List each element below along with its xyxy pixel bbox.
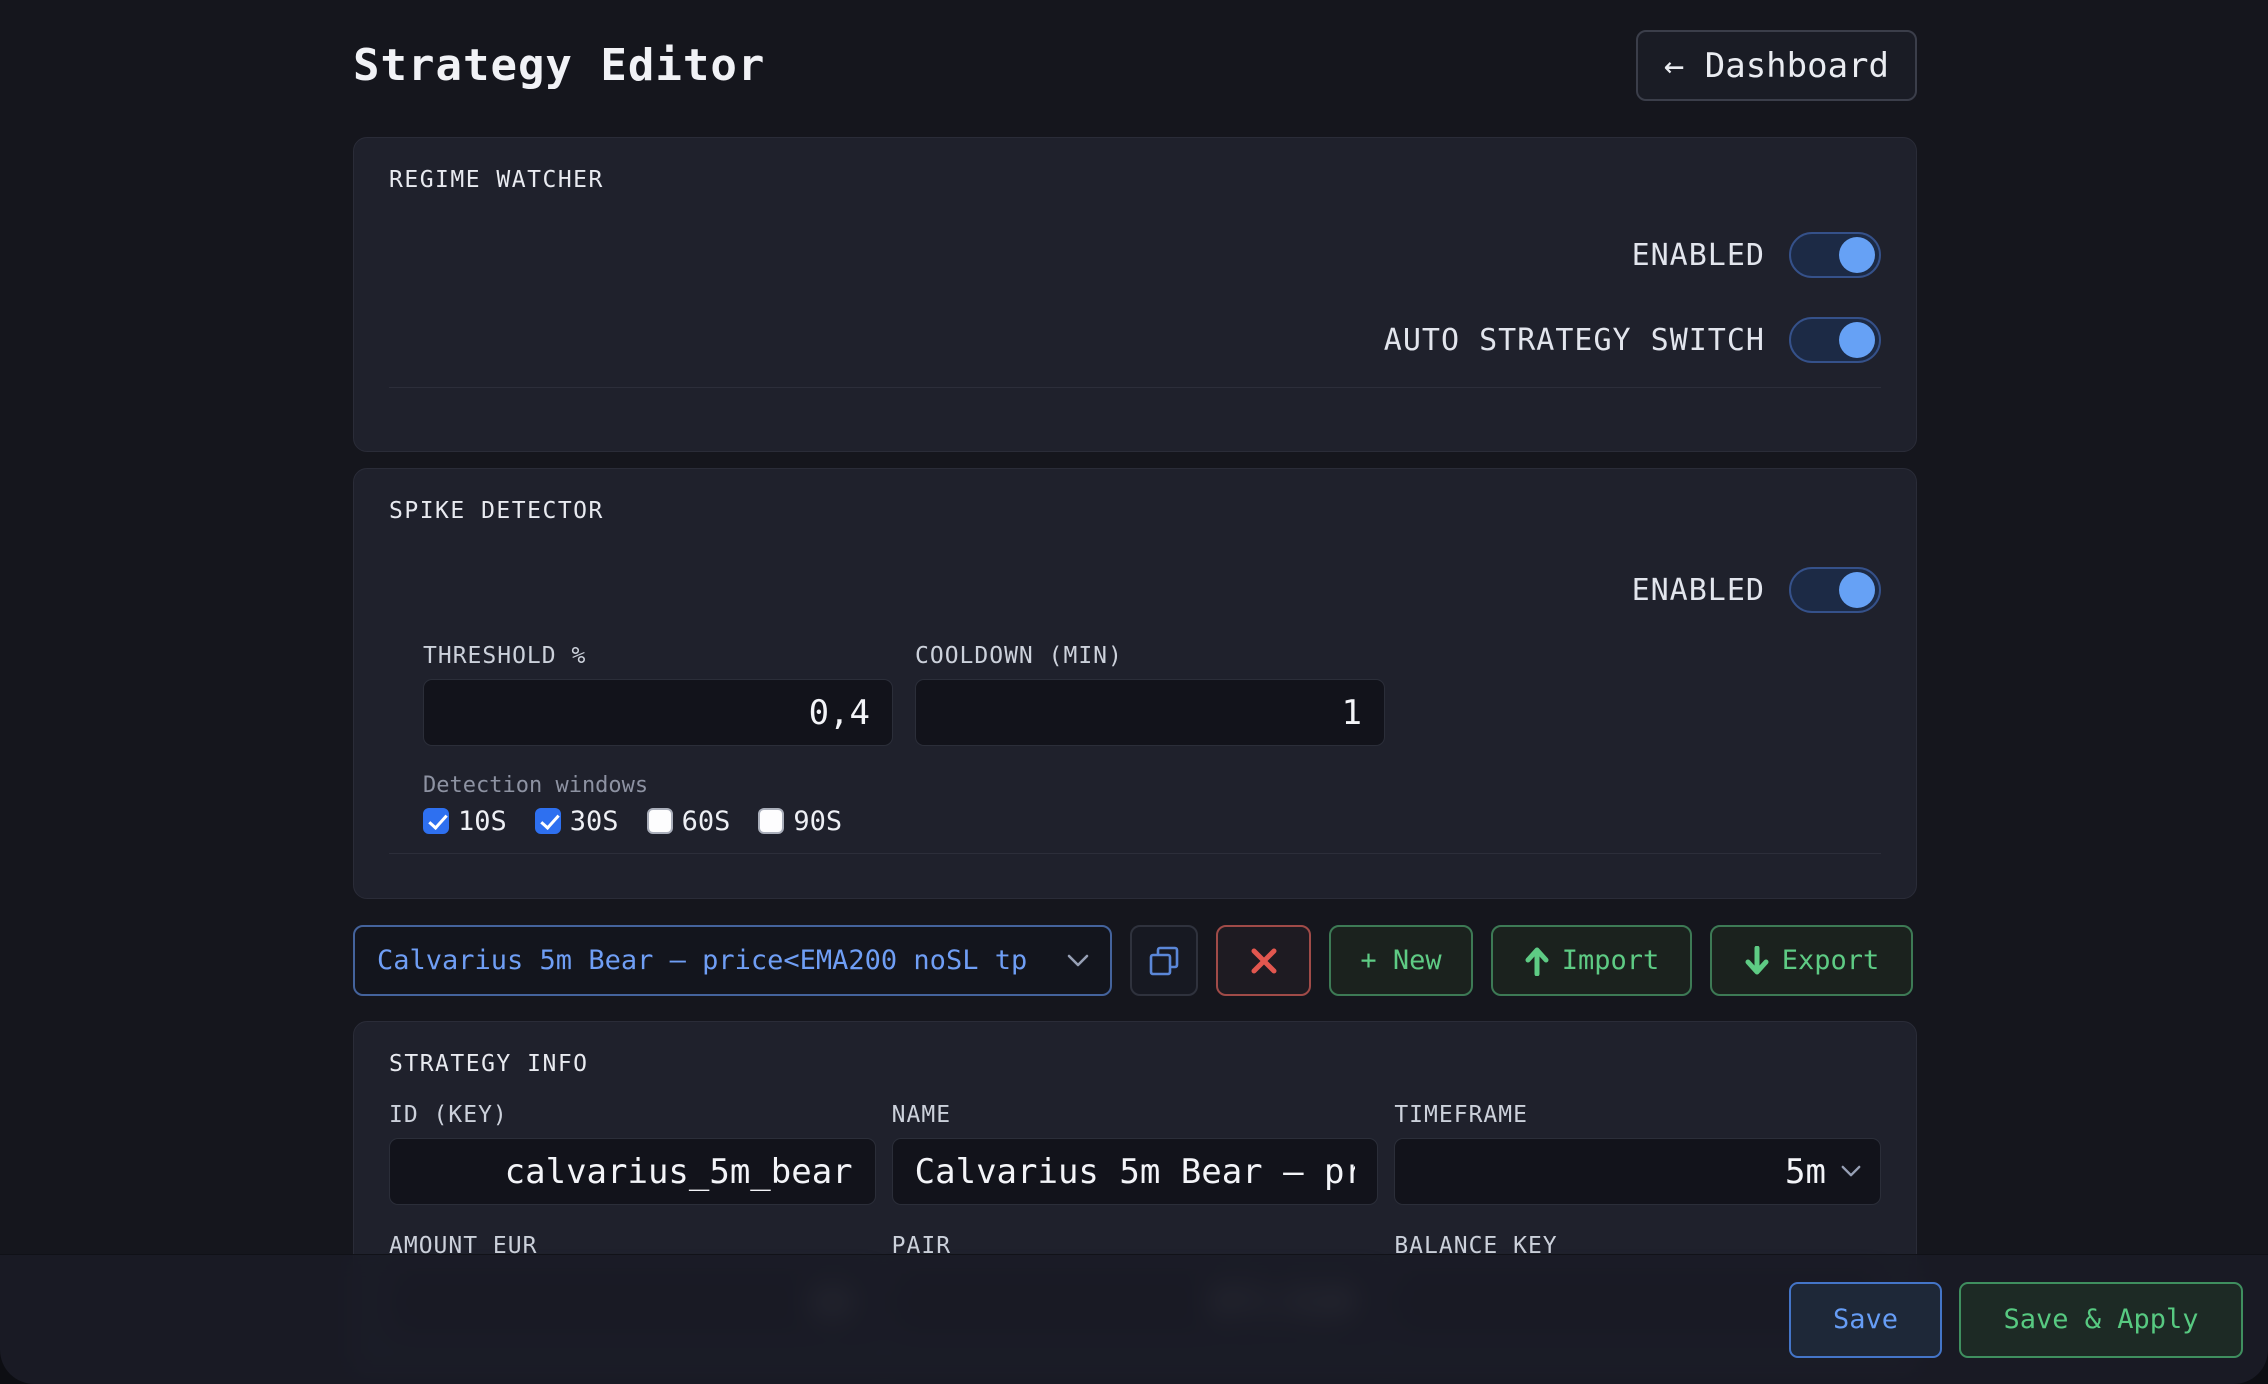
save-apply-button[interactable]: Save & Apply: [1959, 1282, 2243, 1358]
regime-enabled-label: ENABLED: [1632, 238, 1765, 273]
id-key-label: ID (KEY): [389, 1102, 876, 1128]
delete-strategy-button[interactable]: [1216, 925, 1311, 996]
import-strategy-label: Import: [1562, 945, 1660, 976]
window-60s-label: 60S: [682, 806, 731, 837]
cooldown-label: COOLDOWN (MIN): [915, 643, 1385, 669]
timeframe-select[interactable]: 5m: [1394, 1138, 1881, 1205]
window-90s-checkbox[interactable]: [758, 808, 784, 834]
name-label: NAME: [892, 1102, 1379, 1128]
window-30s-checkbox[interactable]: [535, 808, 561, 834]
new-strategy-label: + New: [1360, 945, 1441, 976]
section-divider: [389, 853, 1881, 854]
window-60s-option[interactable]: 60S: [647, 806, 731, 837]
export-strategy-button[interactable]: Export: [1710, 925, 1913, 996]
duplicate-strategy-button[interactable]: [1130, 925, 1198, 996]
window-90s-option[interactable]: 90S: [758, 806, 842, 837]
spike-enabled-row: ENABLED: [389, 567, 1881, 613]
strategy-select-value: Calvarius 5m Bear — price<EMA200 noSL tp: [377, 945, 1027, 976]
cooldown-field: COOLDOWN (MIN): [915, 643, 1385, 746]
timeframe-field: TIMEFRAME 5m: [1394, 1102, 1881, 1205]
auto-strategy-switch-row: AUTO STRATEGY SWITCH: [389, 317, 1881, 363]
window-30s-option[interactable]: 30S: [535, 806, 619, 837]
chevron-down-icon: [1840, 1164, 1862, 1179]
window-10s-option[interactable]: 10S: [423, 806, 507, 837]
regime-watcher-title: REGIME WATCHER: [389, 166, 1881, 194]
new-strategy-button[interactable]: + New: [1329, 925, 1473, 996]
toggle-knob: [1839, 322, 1875, 358]
auto-strategy-switch-toggle[interactable]: [1789, 317, 1881, 363]
name-input[interactable]: [892, 1138, 1379, 1205]
x-icon: [1250, 947, 1278, 975]
detection-windows-label: Detection windows: [423, 773, 1881, 799]
save-button[interactable]: Save: [1789, 1282, 1942, 1358]
threshold-label: THRESHOLD %: [423, 643, 893, 669]
window-10s-checkbox[interactable]: [423, 808, 449, 834]
window-30s-label: 30S: [570, 806, 619, 837]
toggle-knob: [1839, 572, 1875, 608]
strategy-select[interactable]: Calvarius 5m Bear — price<EMA200 noSL tp: [353, 925, 1112, 996]
window-60s-checkbox[interactable]: [647, 808, 673, 834]
name-field: NAME: [892, 1102, 1379, 1205]
strategy-info-row-1: ID (KEY) NAME TIMEFRAME 5m: [389, 1102, 1881, 1205]
spike-fields-row: THRESHOLD % COOLDOWN (MIN): [423, 643, 1881, 746]
export-strategy-label: Export: [1782, 945, 1880, 976]
import-strategy-button[interactable]: Import: [1491, 925, 1692, 996]
copy-icon: [1145, 942, 1183, 980]
strategy-editor-app: Strategy Editor ← Dashboard REGIME WATCH…: [0, 0, 2268, 1384]
section-divider: [389, 387, 1881, 388]
regime-enabled-row: ENABLED: [389, 232, 1881, 278]
strategy-bar: Calvarius 5m Bear — price<EMA200 noSL tp…: [353, 925, 1917, 996]
spike-enabled-label: ENABLED: [1632, 573, 1765, 608]
threshold-field: THRESHOLD %: [423, 643, 893, 746]
regime-watcher-card: REGIME WATCHER ENABLED AUTO STRATEGY SWI…: [353, 137, 1917, 452]
dashboard-button[interactable]: ← Dashboard: [1636, 30, 1917, 101]
id-key-field: ID (KEY): [389, 1102, 876, 1205]
cooldown-input[interactable]: [915, 679, 1385, 746]
arrow-down-icon: [1744, 946, 1770, 976]
arrow-up-icon: [1524, 946, 1550, 976]
toggle-knob: [1839, 237, 1875, 273]
window-90s-label: 90S: [793, 806, 842, 837]
spike-detector-title: SPIKE DETECTOR: [389, 497, 1881, 525]
footer-action-bar: Save Save & Apply: [0, 1254, 2268, 1384]
header: Strategy Editor ← Dashboard: [353, 30, 1917, 101]
spike-enabled-toggle[interactable]: [1789, 567, 1881, 613]
regime-enabled-toggle[interactable]: [1789, 232, 1881, 278]
spike-detector-card: SPIKE DETECTOR ENABLED THRESHOLD % COOLD…: [353, 468, 1917, 899]
page-title: Strategy Editor: [353, 40, 765, 91]
id-key-input[interactable]: [389, 1138, 876, 1205]
threshold-input[interactable]: [423, 679, 893, 746]
strategy-info-title: STRATEGY INFO: [389, 1050, 1881, 1078]
window-10s-label: 10S: [458, 806, 507, 837]
auto-strategy-switch-label: AUTO STRATEGY SWITCH: [1384, 323, 1765, 358]
chevron-down-icon: [1066, 953, 1090, 969]
detection-windows-row: 10S 30S 60S 90S: [423, 807, 1881, 835]
timeframe-value: 5m: [1785, 1152, 1826, 1192]
timeframe-label: TIMEFRAME: [1394, 1102, 1881, 1128]
